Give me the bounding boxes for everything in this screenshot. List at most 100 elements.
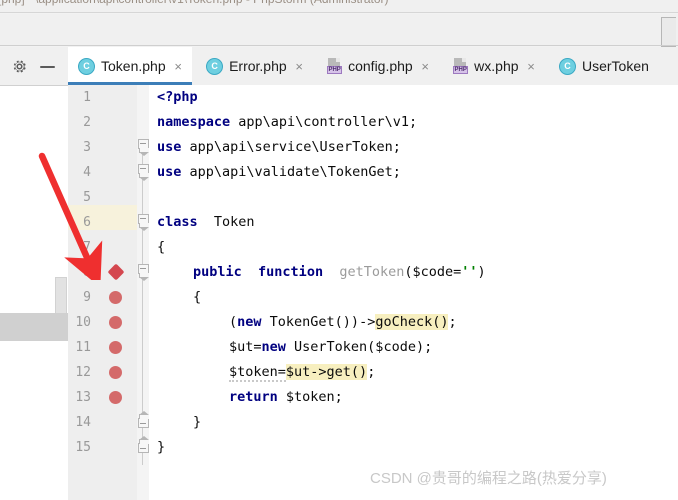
tab-label: Token.php: [101, 58, 166, 74]
code-line-15: }: [149, 435, 165, 460]
code-line-11: $ut=new UserToken($code);: [149, 335, 432, 360]
tab-label: Error.php: [229, 58, 287, 74]
line-number: 9: [83, 290, 91, 305]
code-token-text: app\api\service\UserToken;: [181, 139, 401, 155]
line-number: 1: [83, 90, 91, 105]
code-text-area[interactable]: <?php namespace app\api\controller\v1; u…: [149, 85, 678, 500]
toolbar-right-button[interactable]: [661, 17, 676, 47]
code-line-13: return $token;: [149, 385, 343, 410]
code-token-keyword: return: [229, 389, 278, 405]
code-token-highlighted-gocheck: goCheck(): [375, 314, 449, 330]
code-token-text: app\api\validate\TokenGet;: [181, 164, 401, 180]
line-number: 10: [75, 315, 91, 330]
left-panel-selected-row[interactable]: [0, 313, 68, 341]
code-token-text: app\api\controller\v1;: [230, 114, 418, 130]
gutter-row[interactable]: 14: [68, 410, 137, 435]
code-token-keyword: use: [157, 139, 182, 155]
gutter-row[interactable]: 5: [68, 185, 137, 210]
code-line-8: public function getToken($code=''): [149, 260, 486, 285]
code-token-semicolon: ;: [367, 364, 376, 380]
tab-close-icon[interactable]: ×: [526, 60, 537, 73]
code-token-variable: $token=: [229, 364, 286, 382]
gutter-row[interactable]: 12: [68, 360, 137, 385]
fold-marker-line-8[interactable]: [138, 264, 150, 281]
code-line-4: use app\api\validate\TokenGet;: [149, 160, 401, 185]
code-line-12: $token=$ut->get();: [149, 360, 375, 385]
code-line-9: {: [149, 285, 201, 310]
fold-marker-line-6[interactable]: [138, 214, 150, 231]
gutter-row[interactable]: 7: [68, 235, 137, 260]
code-token-keyword: class: [157, 214, 198, 230]
code-line-1: <?php: [149, 85, 198, 110]
fold-marker-line-3[interactable]: [138, 139, 150, 156]
php-badge-label: PHP: [327, 66, 343, 74]
gutter-row[interactable]: 15: [68, 435, 137, 460]
tab-wx-php[interactable]: PHP wx.php ×: [443, 47, 544, 85]
line-number: 12: [75, 365, 91, 380]
code-token-keyword: use: [157, 164, 182, 180]
tab-error-php[interactable]: C Error.php ×: [196, 47, 313, 85]
editor-gutter[interactable]: 1 2 3 4 5 6 7 8 9 10 11 12 13 14 15: [68, 85, 137, 500]
gutter-row[interactable]: 1: [68, 85, 137, 110]
tab-close-icon[interactable]: ×: [294, 60, 305, 73]
php-class-icon: C: [206, 57, 224, 75]
code-token-params: ($code=: [404, 264, 462, 280]
gear-icon[interactable]: [11, 58, 28, 75]
gutter-row[interactable]: 11: [68, 335, 137, 360]
code-token-semicolon: ;: [448, 314, 457, 330]
fold-marker-line-14-end[interactable]: [138, 414, 150, 428]
tab-usertoken[interactable]: C UserToken: [549, 47, 664, 85]
fold-marker-line-4[interactable]: [138, 164, 150, 181]
gutter-row[interactable]: 2: [68, 110, 137, 135]
code-line-3: use app\api\service\UserToken;: [149, 135, 401, 160]
code-token-classname: Token: [197, 214, 255, 230]
code-token-variable: $token;: [277, 389, 343, 405]
gutter-row[interactable]: 8: [68, 260, 137, 285]
php-file-icon: PHP: [327, 58, 343, 74]
tab-token-php[interactable]: C Token.php ×: [68, 47, 192, 85]
gutter-row[interactable]: 13: [68, 385, 137, 410]
minimize-icon[interactable]: [40, 66, 55, 68]
gutter-row[interactable]: 10: [68, 310, 137, 335]
code-line-7: {: [149, 235, 165, 260]
tab-list: C Token.php × C Error.php × PHP config.p…: [68, 47, 678, 85]
code-token-function-name: getToken: [339, 264, 405, 280]
gutter-row[interactable]: 4: [68, 160, 137, 185]
breakpoint-icon[interactable]: [109, 291, 122, 304]
code-token-text: TokenGet())->: [261, 314, 376, 330]
fold-marker-line-15-end[interactable]: [138, 439, 150, 453]
code-token-variable: $ut=: [229, 339, 262, 355]
line-number: 6: [83, 215, 91, 230]
breakpoint-icon[interactable]: [109, 366, 122, 379]
code-token-keyword: new: [261, 339, 286, 355]
line-number: 7: [83, 240, 91, 255]
code-editor[interactable]: 1 2 3 4 5 6 7 8 9 10 11 12 13 14 15 <?ph…: [68, 85, 678, 500]
code-token-paren: (: [229, 314, 238, 330]
tab-label: UserToken: [581, 58, 649, 74]
gutter-row[interactable]: 6: [68, 210, 137, 235]
csdn-watermark: CSDN @贵哥的编程之路(热爱分享): [370, 470, 607, 487]
phpstorm-window: [php] ~\application\api\controller\v1\To…: [0, 0, 678, 500]
gutter-row[interactable]: 9: [68, 285, 137, 310]
line-number: 5: [83, 190, 91, 205]
breakpoint-icon[interactable]: [109, 316, 122, 329]
breakpoint-current-line-icon[interactable]: [107, 263, 125, 281]
php-class-icon: C: [78, 57, 95, 75]
line-number: 8: [83, 265, 91, 280]
tab-close-icon[interactable]: ×: [173, 60, 184, 73]
code-token-brace: {: [157, 239, 166, 255]
code-line-14: }: [149, 410, 201, 435]
line-number: 15: [75, 440, 91, 455]
gutter-row[interactable]: 3: [68, 135, 137, 160]
code-token-keyword: new: [237, 314, 262, 330]
tab-config-php[interactable]: PHP config.php ×: [317, 47, 439, 85]
line-number: 11: [75, 340, 91, 355]
line-number: 14: [75, 415, 91, 430]
toolbar-strip: [0, 14, 678, 47]
tab-close-icon[interactable]: ×: [420, 60, 431, 73]
code-token-string: '': [461, 264, 478, 280]
breakpoint-icon[interactable]: [109, 391, 122, 404]
code-line-6: class Token: [149, 210, 255, 235]
breakpoint-icon[interactable]: [109, 341, 122, 354]
